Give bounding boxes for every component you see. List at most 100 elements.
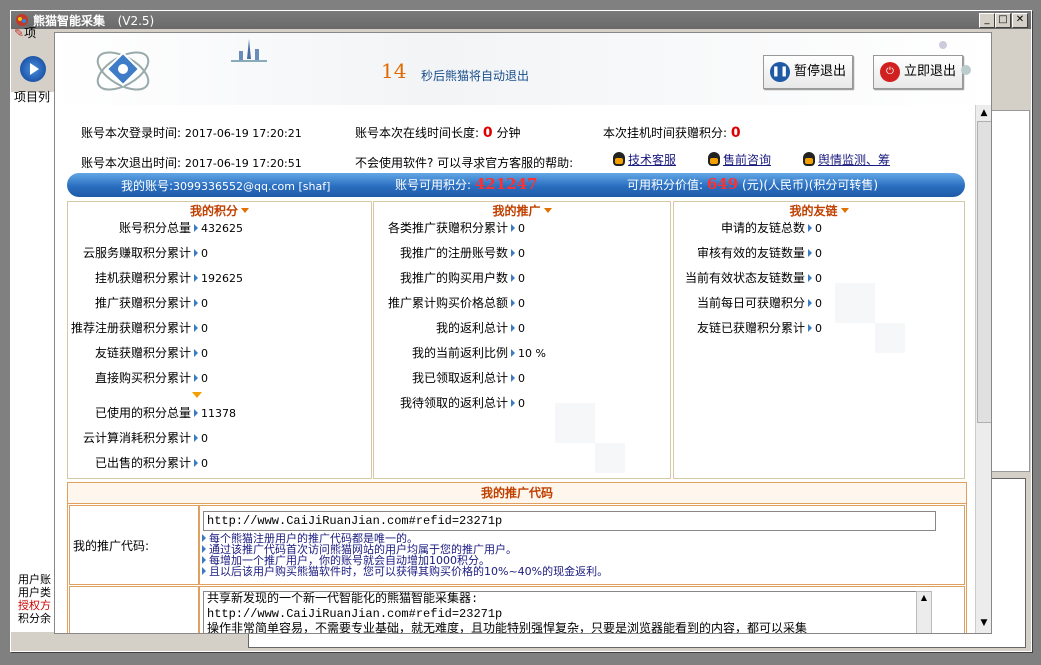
exit-dialog: 14 秒后熊猫将自动退出 ❚❚ 暂停退出 ⏻ 立即退出 ▲ ▼ 账号本次登录时间: … xyxy=(54,32,992,634)
account-id: 我的账号:3099336552@qq.com [shaf] xyxy=(121,179,331,193)
my-points-panel: 我的积分 账号积分总量 432625 云服务赚取积分累计 0 挂机获赠积分累计 192… xyxy=(67,201,372,479)
row-label: 直接购买积分累计 xyxy=(94,371,191,385)
row-value: 0 xyxy=(194,426,208,451)
row-value: 0 xyxy=(194,291,208,316)
row-label: 已出售的积分累计 xyxy=(94,456,191,470)
share-scrollbar[interactable]: ▲ xyxy=(916,591,932,633)
row-label: 我的当前返利比例 xyxy=(411,346,508,360)
row-value: 0 xyxy=(808,316,822,341)
list-item: 授权方 xyxy=(18,599,51,612)
row-value: 0 xyxy=(194,316,208,341)
minimize-button[interactable]: _ xyxy=(979,13,995,28)
row-label: 账号积分总量 xyxy=(118,221,191,235)
qq-icon xyxy=(613,152,625,166)
help-text: 不会使用软件? 可以寻求官方客服的帮助: xyxy=(355,156,574,170)
row-label: 我的返利总计 xyxy=(435,321,508,335)
row-value: 0 xyxy=(511,391,525,416)
row-value: 11378 xyxy=(194,401,236,426)
row-value: 10 % xyxy=(511,341,546,366)
row-value: 432625 xyxy=(194,216,243,241)
right-panel xyxy=(990,110,1030,472)
user-info-list: 用户账 用户类 授权方 积分余 xyxy=(18,573,58,625)
row-label: 推广获赠积分累计 xyxy=(94,296,191,310)
countdown-message: 秒后熊猫将自动退出 xyxy=(421,69,530,83)
logout-time: 账号本次退出时间: 2017-06-19 17:20:51 xyxy=(81,156,302,170)
link-presale[interactable]: 售前咨询 xyxy=(708,151,771,168)
row-label: 当前每日可获赠积分 xyxy=(696,296,805,310)
row-value: 0 xyxy=(194,366,208,391)
row-label: 云服务赚取积分累计 xyxy=(82,246,191,260)
share-text-area[interactable]: 共享新发现的一个新一代智能化的熊猫智能采集器: http://www.CaiJi… xyxy=(203,591,918,633)
qq-icon xyxy=(803,152,815,166)
row-label: 已使用的积分总量 xyxy=(94,406,191,420)
row-label: 挂机获赠积分累计 xyxy=(94,271,191,285)
note-item: 且以后该用户购买熊猫软件时，您可以获得其购买价格的10%~40%的现金返利。 xyxy=(202,566,608,577)
exit-now-button[interactable]: ⏻ 立即退出 xyxy=(873,55,963,89)
row-label: 云计算消耗积分累计 xyxy=(82,431,191,445)
row-value: 0 xyxy=(808,266,822,291)
account-bar: 我的账号:3099336552@qq.com [shaf] 账号可用积分: 42… xyxy=(67,173,965,197)
row-value: 0 xyxy=(194,451,208,476)
promo-label-cell: 我的推广代码: xyxy=(69,505,199,585)
row-value: 0 xyxy=(511,291,525,316)
share-label-cell xyxy=(69,586,199,633)
left-panel xyxy=(10,92,55,632)
panda-logo-icon xyxy=(96,51,150,91)
window-title: 熊猫智能采集 (V2.5) xyxy=(33,14,155,28)
row-label: 各类推广获赠积分累计 xyxy=(387,221,508,235)
row-label: 我已领取返利总计 xyxy=(411,371,508,385)
deco-dot xyxy=(939,41,947,49)
session-earned-points: 本次挂机时间获赠积分: 0 xyxy=(603,125,741,141)
share-line: http://www.CaiJiRuanJian.com#refid=23271… xyxy=(207,607,503,621)
power-icon: ⏻ xyxy=(880,61,900,82)
close-button[interactable]: ✕ xyxy=(1012,13,1028,28)
row-label: 我推广的注册账号数 xyxy=(399,246,508,260)
scroll-thumb[interactable] xyxy=(977,121,991,423)
link-tech-support[interactable]: 技术客服 xyxy=(613,151,676,168)
available-points: 账号可用积分: 421247 xyxy=(395,175,538,193)
dialog-header: 14 秒后熊猫将自动退出 ❚❚ 暂停退出 ⏻ 立即退出 xyxy=(55,33,991,105)
run-icon[interactable] xyxy=(20,56,46,82)
row-label: 申请的友链总数 xyxy=(720,221,805,235)
pause-exit-button[interactable]: ❚❚ 暂停退出 xyxy=(763,55,853,89)
scroll-up-icon[interactable]: ▲ xyxy=(978,107,990,119)
promo-url-field[interactable]: http://www.CaiJiRuanJian.com#refid=23271… xyxy=(203,511,936,531)
row-value: 0 xyxy=(511,366,525,391)
row-value: 192625 xyxy=(194,266,243,291)
row-value: 0 xyxy=(194,241,208,266)
row-label: 我待领取的返利总计 xyxy=(399,396,508,410)
list-item: 用户类 xyxy=(18,586,51,599)
points-value: 可用积分价值: 649 (元)(人民币)(积分可转售) xyxy=(627,175,879,193)
row-value: 0 xyxy=(511,241,525,266)
promo-code-section: 我的推广代码 我的推广代码: http://www.CaiJiRuanJian.… xyxy=(67,482,967,633)
promo-notes: 每个熊猫注册用户的推广代码都是唯一的。 通过该推广代码首次访问熊猫网站的用户均属… xyxy=(202,533,608,577)
row-label: 当前有效状态友链数量 xyxy=(684,271,805,285)
maximize-button[interactable]: □ xyxy=(995,13,1011,28)
tab-project-list[interactable]: 项目列 xyxy=(14,88,56,108)
row-value: 0 xyxy=(194,341,208,366)
list-item: 用户账 xyxy=(18,573,51,586)
city-skyline-icon xyxy=(231,39,267,62)
countdown-number: 14 xyxy=(381,59,407,83)
row-value: 0 xyxy=(808,216,822,241)
row-value: 0 xyxy=(511,216,525,241)
qq-icon xyxy=(708,152,720,166)
scroll-down-icon[interactable]: ▼ xyxy=(978,617,990,629)
deco-dot xyxy=(961,65,971,75)
row-label: 审核有效的友链数量 xyxy=(696,246,805,260)
row-value: 0 xyxy=(808,291,822,316)
pause-icon: ❚❚ xyxy=(770,61,790,82)
row-label: 推广累计购买价格总额 xyxy=(387,296,508,310)
menu-item[interactable]: ✎项 xyxy=(14,24,36,41)
vertical-scrollbar[interactable]: ▲ ▼ xyxy=(975,105,991,633)
row-label: 友链已获赠积分累计 xyxy=(696,321,805,335)
row-label: 友链获赠积分累计 xyxy=(94,346,191,360)
row-label: 我推广的购买用户数 xyxy=(399,271,508,285)
row-value: 0 xyxy=(511,266,525,291)
promo-code-label: 我的推广代码: xyxy=(73,539,150,553)
link-opinion-monitor[interactable]: 舆情监测、筹 xyxy=(803,151,890,168)
my-promotion-panel: 我的推广 各类推广获赠积分累计 0 我推广的注册账号数 0 我推广的购买用户数 0 推… xyxy=(373,201,671,479)
login-time: 账号本次登录时间: 2017-06-19 17:20:21 xyxy=(81,126,302,140)
list-item: 积分余 xyxy=(18,612,51,625)
section-divider-icon xyxy=(192,392,202,398)
